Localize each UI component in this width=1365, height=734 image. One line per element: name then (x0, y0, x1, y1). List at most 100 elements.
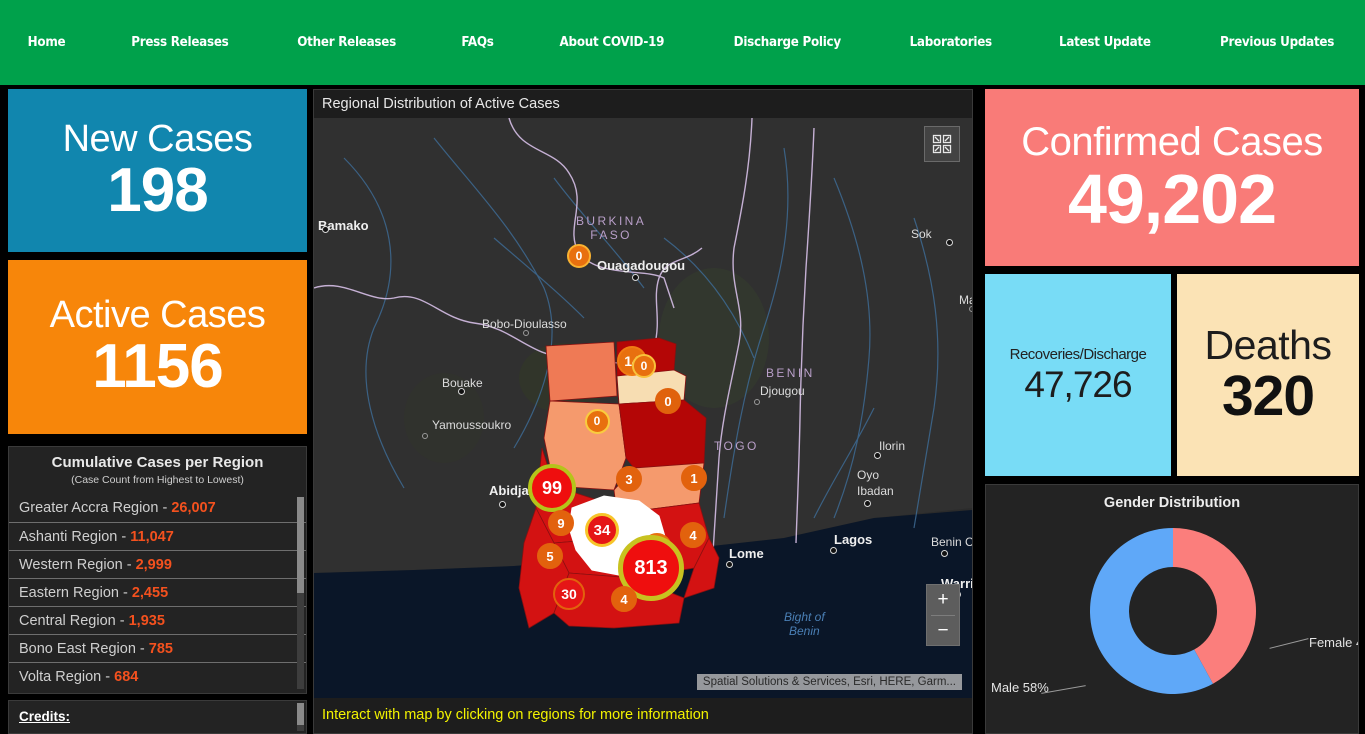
map-bubble[interactable]: 4 (611, 586, 637, 612)
left-column: New Cases 198 Active Cases 1156 Cumulati… (8, 89, 307, 734)
right-column: Confirmed Cases 49,202 Recoveries/Discha… (980, 89, 1360, 734)
kpi-card-confirmed-cases[interactable]: Confirmed Cases 49,202 (985, 89, 1359, 266)
kpi-card-active-cases[interactable]: Active Cases 1156 (8, 260, 307, 434)
map-bubble[interactable]: 30 (553, 578, 585, 610)
kpi-card-recoveries[interactable]: Recoveries/Discharge 47,726 (985, 274, 1171, 476)
dashboard-body: New Cases 198 Active Cases 1156 Cumulati… (0, 85, 1365, 734)
map-bubble[interactable]: 3 (616, 466, 642, 492)
region-list-scrollbar[interactable] (297, 497, 304, 689)
map-title: Regional Distribution of Active Cases (314, 90, 972, 118)
region-row-value: 26,007 (171, 500, 216, 516)
credits-scrollbar[interactable] (297, 703, 304, 731)
kpi-active-cases-title: Active Cases (49, 294, 266, 336)
city-dot-djougou (754, 399, 760, 405)
map-zoom-in-button[interactable]: + (927, 585, 959, 615)
kpi-recoveries-value: 47,726 (1024, 364, 1132, 405)
nav-item-previous-updates[interactable]: Previous Updates (1220, 31, 1334, 54)
ghana-choropleth[interactable] (314, 118, 972, 698)
map-bubble[interactable]: 0 (567, 244, 591, 268)
map-label: Oyo (857, 468, 880, 482)
region-row-name: Western Region - (19, 557, 136, 573)
map-bubble[interactable]: 34 (585, 513, 619, 547)
region-row-name: Greater Accra Region - (19, 500, 172, 516)
city-dot-sokoto (946, 239, 953, 246)
kpi-recoveries-title: Recoveries/Discharge (1009, 346, 1147, 363)
city-dot-ibadan (864, 500, 871, 507)
map-zoom-controls[interactable]: + − (926, 584, 960, 646)
city-dot-abidjan (499, 501, 506, 508)
map-bubble[interactable]: 1 (681, 465, 707, 491)
region-row[interactable]: Central Region - 1,935 (9, 606, 306, 634)
map-label: Bight of Benin (784, 610, 825, 638)
cumulative-cases-header: Cumulative Cases per Region (Case Count … (9, 447, 306, 488)
top-navigation-bar: Home Press Releases Other Releases FAQs … (0, 0, 1365, 85)
map-zoom-out-button[interactable]: − (927, 616, 959, 646)
region-row[interactable]: Volta Region - 684 (9, 662, 306, 690)
city-dot-ilorin (874, 452, 881, 459)
map-label: Bobo-Dioulasso (482, 317, 567, 331)
map-canvas[interactable]: Bamako BURKINA FASO Ouagadougou Bobo-Dioula… (314, 118, 972, 698)
fullscreen-icon[interactable] (924, 126, 960, 162)
region-row[interactable]: Bono East Region - 785 (9, 634, 306, 662)
credits-scrollbar-thumb[interactable] (297, 703, 304, 725)
region-row-name: Volta Region - (19, 669, 115, 685)
city-dot-bouake (458, 388, 465, 395)
map-bubble[interactable]: 5 (537, 543, 563, 569)
nav-item-laboratories[interactable]: Laboratories (909, 31, 992, 54)
map-label: Lome (729, 546, 764, 561)
nav-item-latest-update[interactable]: Latest Update (1059, 31, 1151, 54)
map-label: BURKINA FASO (576, 214, 647, 242)
gender-distribution-title: Gender Distribution (1103, 495, 1241, 511)
map-bubble[interactable]: 4 (680, 522, 706, 548)
region-row[interactable]: Western Region - 2,999 (9, 550, 306, 578)
city-dot-lagos (830, 547, 837, 554)
map-label: TOGO (714, 439, 759, 453)
map-bubble[interactable]: 9 (548, 510, 574, 536)
map-label: Lagos (834, 532, 873, 547)
region-list: Greater Accra Region - 26,007 Ashanti Reg… (9, 494, 306, 690)
map-label: Yamoussoukro (432, 418, 512, 432)
nav-item-list: Home Press Releases Other Releases FAQs … (0, 31, 1365, 54)
kpi-card-deaths[interactable]: Deaths 320 (1177, 274, 1359, 476)
map-bubble[interactable]: 99 (528, 464, 576, 512)
map-label: BENIN (766, 366, 815, 380)
cumulative-cases-title: Cumulative Cases per Region (51, 454, 264, 471)
city-dot-bobo-dioulasso (523, 330, 529, 336)
city-dot-yamoussoukro (422, 433, 428, 439)
map-bubble[interactable]: 0 (584, 408, 610, 434)
region-row-value: 11,047 (130, 529, 174, 545)
nav-item-home[interactable]: Home (28, 31, 66, 54)
region-row-value: 2,455 (131, 585, 169, 601)
nav-item-press-releases[interactable]: Press Releases (131, 31, 229, 54)
region-row-value: 2,999 (135, 557, 172, 573)
kpi-confirmed-cases-value: 49,202 (1067, 159, 1277, 238)
map-label: Ouagadougou (597, 258, 686, 273)
cumulative-cases-subtitle: (Case Count from Highest to Lowest) (71, 474, 244, 486)
region-row-value: 684 (114, 669, 139, 685)
region-row[interactable]: Eastern Region - 2,455 (9, 578, 306, 606)
map-label: Ma (959, 293, 972, 307)
city-dot-ma (969, 306, 972, 312)
map-label: Ibadan (857, 484, 894, 498)
nav-item-about-covid-19[interactable]: About COVID-19 (560, 31, 665, 54)
gender-donut-chart[interactable]: Female 42% Male 58% (986, 511, 1358, 721)
kpi-new-cases-title: New Cases (62, 117, 253, 160)
credits-link[interactable]: Credits: (9, 701, 306, 724)
map-bubble[interactable]: 0 (632, 354, 656, 378)
nav-item-other-releases[interactable]: Other Releases (297, 31, 396, 54)
kpi-card-new-cases[interactable]: New Cases 198 (8, 89, 307, 252)
region-row[interactable]: Ashanti Region - 11,047 (9, 522, 306, 550)
city-dot-bamako (322, 226, 329, 233)
kpi-new-cases-value: 198 (107, 155, 208, 225)
region-row[interactable]: Greater Accra Region - 26,007 (9, 494, 306, 522)
nav-item-faqs[interactable]: FAQs (462, 31, 495, 54)
map-bubble[interactable]: 0 (655, 388, 681, 414)
donut-label-male: Male 58% (991, 680, 1049, 695)
fullscreen-icon-glyph (932, 134, 952, 154)
region-list-scrollbar-thumb[interactable] (297, 497, 304, 593)
city-dot-benin-city (941, 550, 948, 557)
map-attribution[interactable]: Spatial Solutions & Services, Esri, HERE… (696, 674, 962, 690)
map-panel: Regional Distribution of Active Cases Ba… (313, 89, 973, 734)
region-row-value: 785 (148, 641, 173, 657)
nav-item-discharge-policy[interactable]: Discharge Policy (734, 31, 841, 54)
